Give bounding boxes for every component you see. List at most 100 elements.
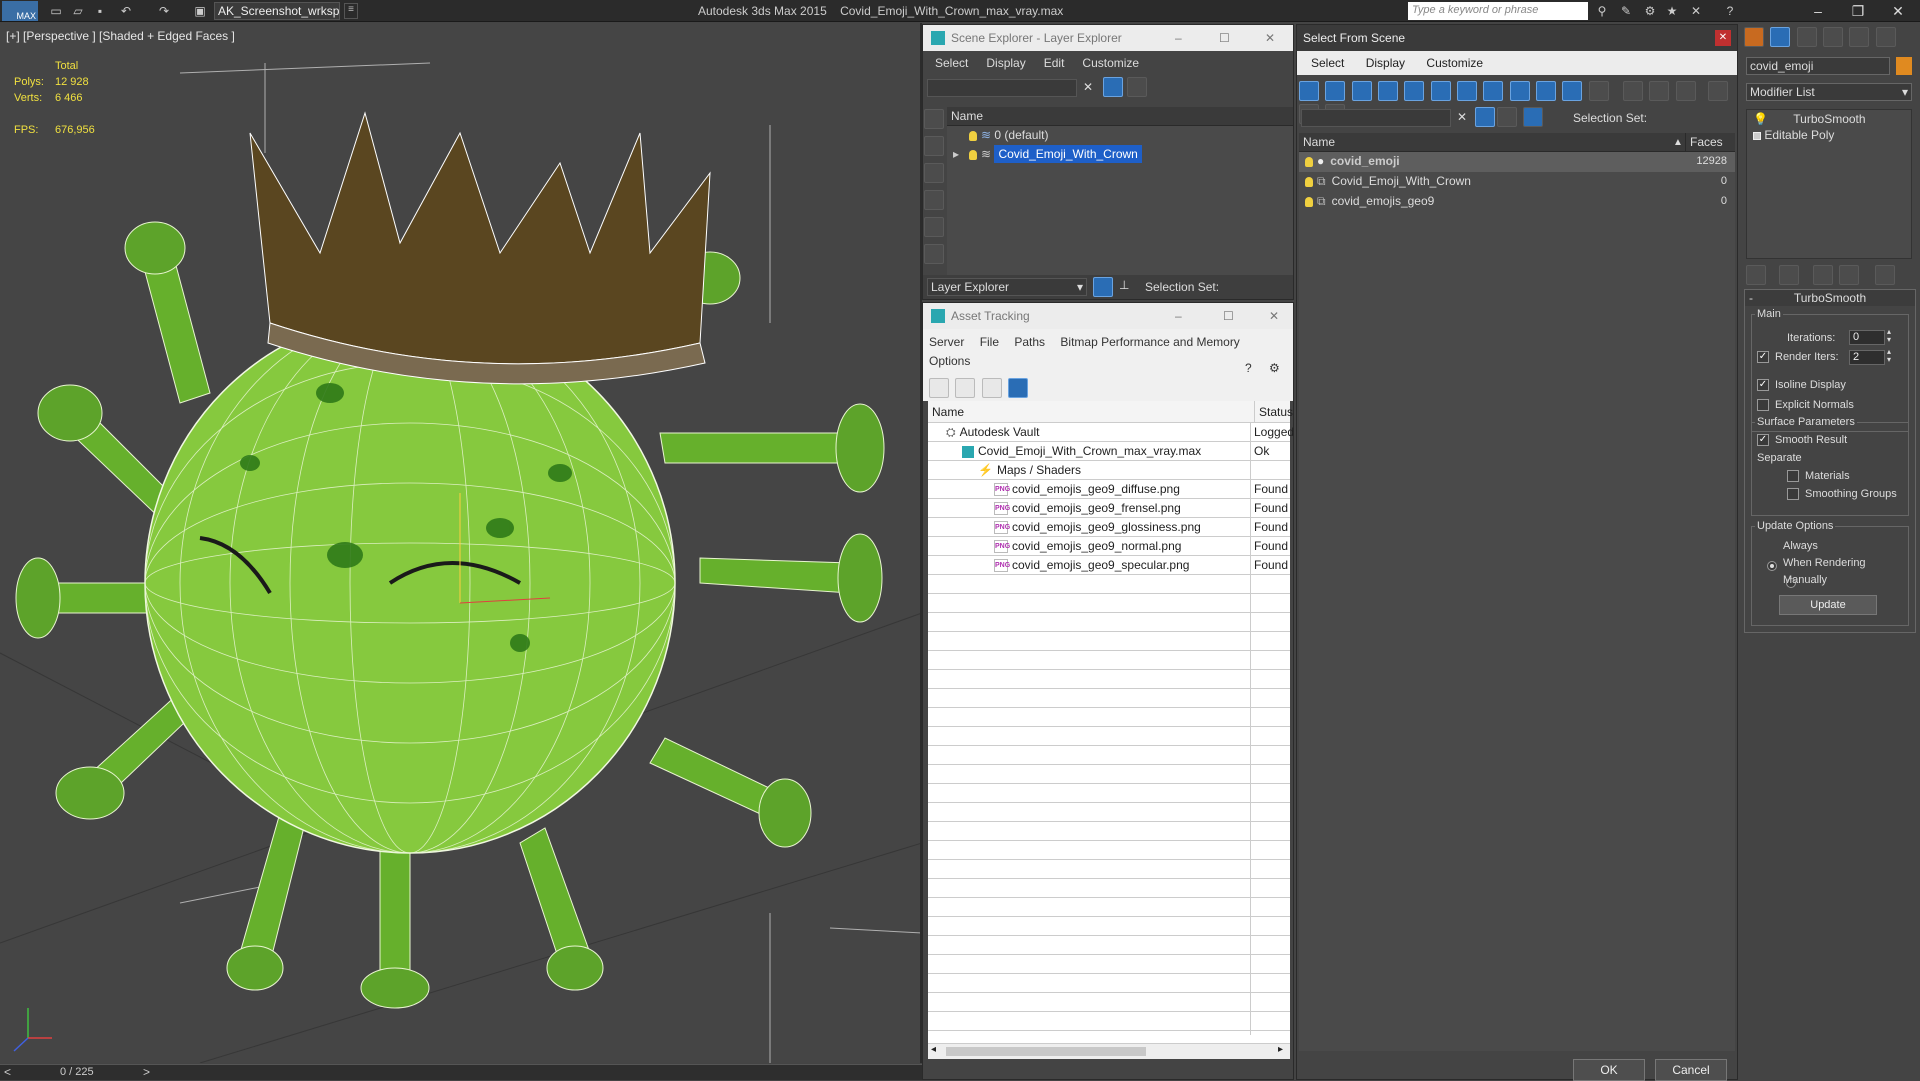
sfs-filter-icon[interactable] [1475, 107, 1495, 127]
filter-containers-icon[interactable] [1536, 81, 1557, 101]
iterations-spinner[interactable]: 0 [1849, 330, 1885, 345]
exchange-icon[interactable]: ✕ [1688, 3, 1704, 19]
asset-tracking-titlebar[interactable]: Asset Tracking – ☐ ✕ [923, 303, 1293, 329]
filter-warps-icon[interactable] [1430, 81, 1451, 101]
smooth-result-checkbox[interactable]: ✓ [1757, 434, 1769, 446]
time-slider[interactable]: < 0 / 225 > [0, 1064, 922, 1080]
scene-explorer-maximize-icon[interactable]: ☐ [1219, 25, 1230, 51]
sfs-object-row[interactable]: ⧉ covid_emojis_geo9 0 [1299, 192, 1735, 212]
scene-explorer-menu-customize[interactable]: Customize [1082, 56, 1139, 70]
scene-explorer-close-icon[interactable]: ✕ [1265, 25, 1275, 51]
asset-menu-options[interactable]: Options [929, 354, 970, 368]
maximize-button[interactable]: ❐ [1838, 0, 1878, 22]
iterations-spinner-arrows-icon[interactable]: ▴ ▾ [1887, 328, 1891, 344]
object-color-swatch[interactable] [1896, 57, 1912, 75]
visibility-bulb-icon[interactable] [1305, 196, 1313, 207]
help-icon[interactable]: ? [1722, 3, 1738, 19]
pin-stack-icon[interactable] [1746, 265, 1766, 285]
select-none-icon[interactable] [1649, 81, 1670, 101]
update-button[interactable]: Update [1779, 595, 1877, 615]
sfs-hierarchy-icon[interactable] [1523, 107, 1543, 127]
list-view-icon[interactable] [955, 378, 976, 398]
perspective-viewport[interactable]: [+] [Perspective ] [Shaded + Edged Faces… [0, 23, 922, 1063]
asset-row[interactable]: PNG covid_emojis_geo9_normal.png Found [928, 537, 1290, 556]
layer-explorer-dropdown[interactable]: Layer Explorer ▾ [927, 278, 1087, 296]
filter-cameras-icon[interactable] [1378, 81, 1399, 101]
search-input[interactable]: Type a keyword or phrase [1408, 2, 1588, 20]
refresh-icon[interactable] [929, 378, 949, 398]
close-button[interactable]: ✕ [1878, 0, 1918, 22]
make-unique-icon[interactable] [1812, 265, 1833, 285]
smoothing-groups-checkbox[interactable] [1787, 488, 1799, 500]
display-tab-icon[interactable] [1849, 27, 1870, 47]
asset-row[interactable]: PNG covid_emojis_geo9_frensel.png Found [928, 499, 1290, 518]
modify-tab-icon[interactable] [1770, 27, 1791, 47]
project-icon[interactable]: ▣ [192, 3, 208, 19]
asset-row[interactable]: ⛭ Autodesk Vault Logged [928, 423, 1294, 442]
render-iters-spinner-arrows-icon[interactable]: ▴ ▾ [1887, 348, 1891, 364]
save-icon[interactable]: ▪ [92, 3, 108, 19]
asset-hscrollbar[interactable]: ◂ ▸ [928, 1043, 1290, 1059]
filter-helpers-icon[interactable] [1404, 81, 1425, 101]
render-iters-checkbox[interactable]: ✓ [1757, 351, 1769, 363]
sfs-object-row[interactable]: ⧉ Covid_Emoji_With_Crown 0 [1299, 172, 1735, 192]
asset-row[interactable]: PNG covid_emojis_geo9_glossiness.png Found [928, 518, 1290, 537]
sfs-menu-select[interactable]: Select [1311, 56, 1344, 70]
object-name-field[interactable]: covid_emoji [1746, 57, 1890, 75]
filter-hidden-icon[interactable] [1588, 81, 1609, 101]
undo-icon[interactable]: ↶ [118, 3, 134, 19]
expand-arrow-icon[interactable]: ▸ [953, 147, 959, 161]
open-icon[interactable]: ▱ [70, 3, 86, 19]
scene-explorer-minimize-icon[interactable]: – [1175, 25, 1182, 51]
binoculars-icon[interactable]: ⚲ [1594, 3, 1610, 19]
time-prev-icon[interactable]: < [4, 1065, 11, 1079]
subscription-icon[interactable]: ⚙ [1642, 3, 1658, 19]
create-tab-icon[interactable] [1744, 27, 1764, 47]
sfs-col-name[interactable]: Name [1303, 133, 1335, 152]
configure-sets-icon[interactable] [1875, 265, 1896, 285]
asset-row[interactable]: PNG covid_emojis_geo9_diffuse.png Found [928, 480, 1290, 499]
select-invert-icon[interactable] [1675, 81, 1696, 101]
visibility-bulb-icon[interactable] [1305, 156, 1313, 167]
rollout-header[interactable]: - TurboSmooth [1745, 290, 1915, 306]
display-helpers-icon[interactable] [924, 244, 944, 264]
visibility-bulb-icon[interactable] [969, 130, 977, 141]
asset-tracking-minimize-icon[interactable]: – [1175, 303, 1182, 329]
filter-geometry-icon[interactable] [1299, 81, 1319, 101]
scene-explorer-menu-select[interactable]: Select [935, 56, 968, 70]
asset-col-name[interactable]: Name [932, 401, 964, 423]
filter-groups-icon[interactable] [1457, 81, 1478, 101]
asset-help-icon[interactable]: ? [1245, 361, 1252, 375]
layer-row-default[interactable]: ≋ 0 (default) [947, 126, 1293, 145]
scene-explorer-titlebar[interactable]: Scene Explorer - Layer Explorer – ☐ ✕ [923, 25, 1293, 51]
modifier-bulb-icon[interactable]: 💡 [1753, 112, 1768, 126]
display-shapes-icon[interactable] [924, 163, 944, 183]
minimize-button[interactable]: – [1798, 0, 1838, 22]
layer-tree-header[interactable]: Name [947, 107, 1293, 126]
asset-row[interactable]: PNG covid_emojis_geo9_specular.png Found [928, 556, 1290, 575]
display-none-icon[interactable] [924, 109, 944, 129]
asset-row[interactable]: Covid_Emoji_With_Crown_max_vray.max Ok [928, 442, 1290, 461]
filter-shapes-icon[interactable] [1325, 81, 1346, 101]
display-cameras-icon[interactable] [924, 217, 944, 237]
asset-settings-icon[interactable]: ⚙ [1269, 361, 1280, 375]
sfs-object-row[interactable]: ● covid_emoji 12928 [1299, 152, 1735, 172]
materials-checkbox[interactable] [1787, 470, 1799, 482]
filter-frozen-icon[interactable] [1562, 81, 1583, 101]
display-lights-icon[interactable] [924, 190, 944, 210]
favorites-icon[interactable]: ★ [1664, 3, 1680, 19]
asset-menu-server[interactable]: Server [929, 335, 964, 349]
visibility-bulb-icon[interactable] [969, 149, 978, 160]
scroll-right-icon[interactable]: ▸ [1278, 1044, 1283, 1055]
asset-tracking-maximize-icon[interactable]: ☐ [1223, 303, 1234, 329]
tools-icon[interactable]: ✎ [1618, 3, 1634, 19]
show-end-result-icon[interactable] [1779, 265, 1800, 285]
find-filter-icon[interactable] [1708, 81, 1729, 101]
sfs-clear-icon[interactable]: ✕ [1457, 110, 1467, 124]
layer-tools-icon[interactable] [1127, 77, 1147, 97]
layer-row-covid-emoji[interactable]: ▸ ≋ Covid_Emoji_With_Crown [947, 145, 1293, 164]
isoline-checkbox[interactable]: ✓ [1757, 379, 1769, 391]
scene-explorer-filter-input[interactable] [927, 79, 1077, 97]
scene-explorer-menu-edit[interactable]: Edit [1044, 56, 1065, 70]
sfs-search-input[interactable] [1301, 109, 1451, 127]
